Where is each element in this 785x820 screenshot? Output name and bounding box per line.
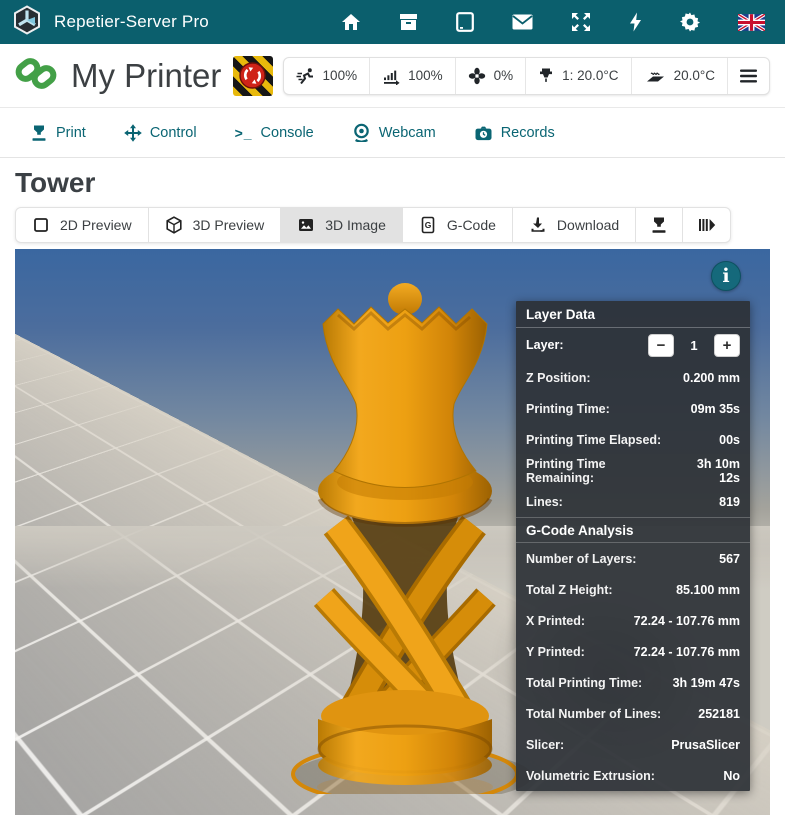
speed-runner-icon: [296, 67, 315, 85]
info-button[interactable]: i: [711, 261, 741, 291]
bed-temp-value: 20.0°C: [674, 68, 715, 83]
extruder-nozzle-icon: [538, 67, 554, 85]
extruder-temp-value: 1: 20.0°C: [562, 68, 618, 83]
printer-status-bar: 100% 100% 0%: [233, 56, 770, 96]
layer-stepper-row: Layer: − 1 +: [516, 328, 750, 362]
image-icon: [297, 216, 315, 234]
gcode-button[interactable]: G G-Code: [402, 207, 513, 243]
3d-viewport[interactable]: i Layer Data Layer: − 1 + Z Position: 0.…: [15, 249, 770, 815]
records-camera-icon: [474, 124, 493, 142]
mail-icon: [512, 14, 533, 30]
total-printing-time-row: Total Printing Time: 3h 19m 47s: [516, 667, 750, 698]
archive-box-icon: [399, 13, 418, 31]
preview-toolbar: 2D Preview 3D Preview 3D Image G G-Code …: [15, 207, 731, 243]
flow-bars-icon: [382, 67, 400, 85]
layer-value: 1: [674, 338, 714, 353]
tab-webcam[interactable]: Webcam: [352, 123, 436, 142]
layer-data-panel: Layer Data Layer: − 1 + Z Position: 0.20…: [516, 301, 750, 791]
speed-value: 100%: [323, 68, 358, 83]
y-printed-row: Y Printed: 72.24 - 107.76 mm: [516, 636, 750, 667]
bed-temp-badge[interactable]: 20.0°C: [631, 58, 727, 94]
tablet-icon: [456, 12, 474, 32]
tab-records[interactable]: Records: [474, 124, 555, 142]
download-icon: [529, 216, 547, 234]
speed-badge[interactable]: 100%: [284, 58, 370, 94]
bolt-icon: [629, 12, 642, 32]
uk-flag-icon: [738, 14, 765, 31]
flow-badge[interactable]: 100%: [369, 58, 455, 94]
gcode-file-icon: G: [419, 216, 437, 234]
layer-decrement-button[interactable]: −: [648, 334, 674, 357]
tab-console[interactable]: >_ Console: [235, 125, 314, 141]
fan-badge[interactable]: 0%: [455, 58, 526, 94]
power-button[interactable]: [627, 10, 644, 34]
navbar-icons: [339, 10, 767, 34]
x-printed-row: X Printed: 72.24 - 107.76 mm: [516, 605, 750, 636]
flow-value: 100%: [408, 68, 443, 83]
print-single-icon: [650, 216, 668, 234]
home-button[interactable]: [339, 11, 363, 33]
app-title: Repetier-Server Pro: [54, 12, 209, 32]
print-icon: [30, 124, 48, 142]
info-icon: i: [722, 265, 729, 287]
layer-increment-button[interactable]: +: [714, 334, 740, 357]
square-2d-icon: [32, 216, 50, 234]
layer-panel-title: Layer Data: [516, 301, 750, 328]
fan-icon: [468, 67, 486, 85]
number-of-layers-row: Number of Layers: 567: [516, 543, 750, 574]
printer-title: My Printer: [71, 57, 221, 95]
printer-header: My Printer 100%: [0, 44, 785, 108]
fan-value: 0%: [494, 68, 514, 83]
printer-menu-button[interactable]: [727, 58, 769, 94]
brand[interactable]: Repetier-Server Pro: [12, 5, 209, 40]
extruder-temp-badge[interactable]: 1: 20.0°C: [525, 58, 630, 94]
cube-3d-icon: [165, 216, 183, 234]
z-position-row: Z Position: 0.200 mm: [516, 362, 750, 393]
printing-time-row: Printing Time: 09m 35s: [516, 393, 750, 424]
printing-time-elapsed-row: Printing Time Elapsed: 00s: [516, 424, 750, 455]
printer-link-icon[interactable]: [15, 53, 57, 98]
top-navbar: Repetier-Server Pro: [0, 0, 785, 44]
tablet-button[interactable]: [454, 10, 476, 34]
download-button[interactable]: Download: [512, 207, 636, 243]
total-z-height-row: Total Z Height: 85.100 mm: [516, 574, 750, 605]
printing-time-remaining-row: Printing Time Remaining: 3h 10m 12s: [516, 455, 750, 486]
app-logo-icon: [12, 5, 42, 40]
3d-preview-button[interactable]: 3D Preview: [148, 207, 282, 243]
expand-arrows-icon: [571, 12, 591, 32]
2d-preview-button[interactable]: 2D Preview: [15, 207, 149, 243]
terminal-icon: >_: [235, 125, 253, 141]
printer-tabs: Print Control >_ Console Webcam Records: [0, 108, 785, 158]
gcode-analysis-title: G-Code Analysis: [516, 517, 750, 543]
layer-label: Layer:: [526, 338, 648, 352]
slicer-row: Slicer: PrusaSlicer: [516, 729, 750, 760]
status-badges: 100% 100% 0%: [283, 57, 770, 95]
settings-button[interactable]: [678, 10, 702, 34]
total-number-of-lines-row: Total Number of Lines: 252181: [516, 698, 750, 729]
fullscreen-button[interactable]: [569, 10, 593, 34]
home-icon: [341, 13, 361, 31]
svg-text:G: G: [425, 220, 432, 230]
emergency-stop-icon: [239, 62, 266, 89]
emergency-stop-button[interactable]: [233, 56, 273, 96]
move-arrows-icon: [124, 124, 142, 142]
language-button[interactable]: [736, 12, 767, 33]
messages-button[interactable]: [510, 12, 535, 32]
heated-bed-icon: [644, 67, 666, 85]
hamburger-menu-icon: [740, 69, 757, 83]
skip-layers-icon: [697, 216, 716, 234]
chess-tower-3d-model: [260, 279, 550, 794]
tab-control[interactable]: Control: [124, 124, 197, 142]
3d-image-button[interactable]: 3D Image: [280, 207, 403, 243]
skip-layers-button[interactable]: [682, 207, 731, 243]
tab-print[interactable]: Print: [30, 124, 86, 142]
job-title: Tower: [15, 167, 785, 199]
gear-icon: [680, 12, 700, 32]
print-job-button[interactable]: [635, 207, 683, 243]
volumetric-extrusion-row: Volumetric Extrusion: No: [516, 760, 750, 791]
archive-button[interactable]: [397, 11, 420, 33]
lines-row: Lines: 819: [516, 486, 750, 517]
webcam-icon: [352, 123, 371, 142]
